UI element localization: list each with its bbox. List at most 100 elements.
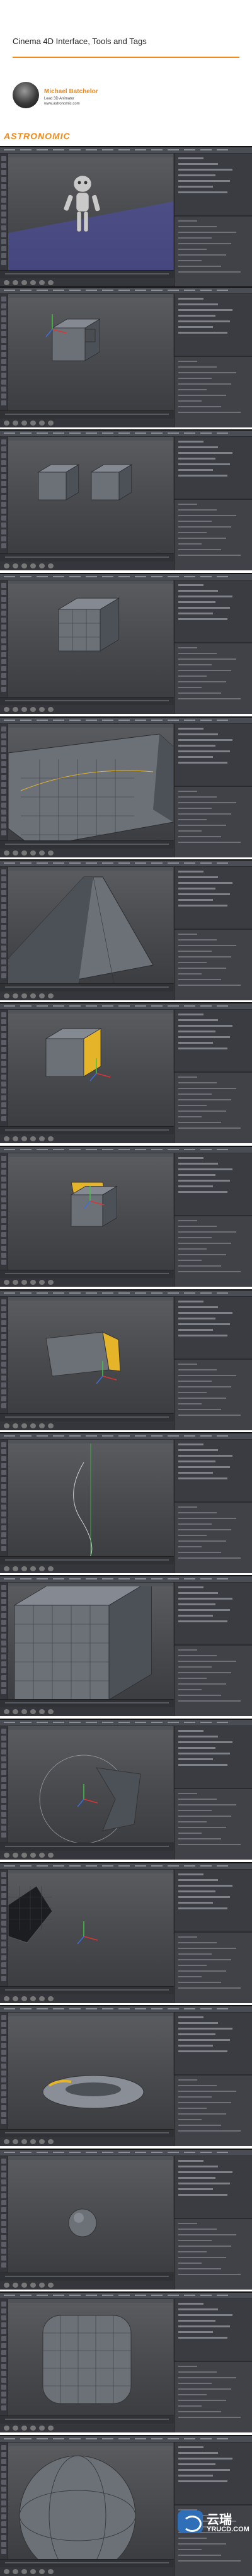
tool-icon[interactable]: [1, 1348, 6, 1353]
tool-icon[interactable]: [1, 1675, 6, 1680]
object-row[interactable]: [178, 2183, 230, 2184]
tool-icon[interactable]: [1, 1641, 6, 1646]
tool-icon[interactable]: [1, 1463, 6, 1468]
tool-icon[interactable]: [1, 1599, 6, 1604]
tool-icon[interactable]: [1, 1075, 6, 1080]
tool-icon[interactable]: [1, 359, 6, 364]
material-swatch[interactable]: [48, 1709, 54, 1714]
material-swatch[interactable]: [4, 1280, 9, 1285]
tool-icon[interactable]: [1, 932, 6, 937]
material-swatch[interactable]: [13, 2283, 18, 2288]
tool-icon[interactable]: [1, 966, 6, 971]
tool-icon[interactable]: [1, 680, 6, 685]
tool-icon[interactable]: [1, 904, 6, 909]
tool-icon[interactable]: [1, 1102, 6, 1107]
material-swatch[interactable]: [39, 993, 45, 998]
tool-icon[interactable]: [1, 952, 6, 958]
material-swatch[interactable]: [30, 2569, 36, 2574]
object-row[interactable]: [178, 1592, 218, 1594]
tool-icon[interactable]: [1, 2077, 6, 2082]
attribute-manager[interactable]: [175, 786, 252, 857]
tool-icon[interactable]: [1, 1498, 6, 1503]
tool-icon[interactable]: [1, 2070, 6, 2076]
tool-icon[interactable]: [1, 1019, 6, 1024]
object-row[interactable]: [178, 441, 203, 443]
tool-palette[interactable]: [0, 580, 8, 698]
tool-icon[interactable]: [1, 2405, 6, 2410]
object-row[interactable]: [178, 1019, 218, 1021]
tool-icon[interactable]: [1, 2119, 6, 2124]
tool-icon[interactable]: [1, 1962, 6, 1967]
material-swatch[interactable]: [39, 707, 45, 712]
object-row[interactable]: [178, 2308, 218, 2310]
timeline[interactable]: [0, 1843, 174, 1851]
material-swatch[interactable]: [4, 707, 9, 712]
object-row[interactable]: [178, 1873, 203, 1875]
material-swatch[interactable]: [21, 1136, 27, 1141]
object-row[interactable]: [178, 1301, 203, 1302]
object-row[interactable]: [178, 1620, 227, 1622]
material-swatch[interactable]: [21, 1853, 27, 1858]
tool-icon[interactable]: [1, 747, 6, 752]
object-row[interactable]: [178, 1157, 203, 1159]
tool-icon[interactable]: [1, 198, 6, 203]
material-swatch[interactable]: [21, 1423, 27, 1428]
material-swatch[interactable]: [21, 850, 27, 856]
tool-icon[interactable]: [1, 2535, 6, 2540]
tool-icon[interactable]: [1, 2050, 6, 2055]
material-bar[interactable]: [0, 1994, 174, 2003]
object-row[interactable]: [178, 1460, 215, 1462]
object-row[interactable]: [178, 2171, 232, 2173]
material-swatch[interactable]: [13, 1709, 18, 1714]
tool-icon[interactable]: [1, 1389, 6, 1394]
material-swatch[interactable]: [4, 1996, 9, 2001]
material-swatch[interactable]: [30, 850, 36, 856]
tool-icon[interactable]: [1, 1729, 6, 1734]
tool-icon[interactable]: [1, 2159, 6, 2164]
menu-bar[interactable]: [0, 1576, 252, 1583]
tool-icon[interactable]: [1, 1116, 6, 1121]
material-bar[interactable]: [0, 419, 174, 427]
tool-icon[interactable]: [1, 2302, 6, 2307]
viewport[interactable]: [8, 437, 173, 554]
material-swatch[interactable]: [13, 1423, 18, 1428]
viewport[interactable]: [8, 1297, 173, 1414]
object-row[interactable]: [178, 1168, 232, 1170]
tool-icon[interactable]: [1, 1826, 6, 1831]
tool-icon[interactable]: [1, 2064, 6, 2069]
tool-icon[interactable]: [1, 1872, 6, 1877]
tool-icon[interactable]: [1, 1886, 6, 1891]
material-swatch[interactable]: [30, 1423, 36, 1428]
tool-icon[interactable]: [1, 803, 6, 808]
object-row[interactable]: [178, 750, 230, 752]
material-swatch[interactable]: [39, 1566, 45, 1571]
tool-icon[interactable]: [1, 775, 6, 780]
tool-icon[interactable]: [1, 366, 6, 371]
tool-icon[interactable]: [1, 474, 6, 479]
object-row[interactable]: [178, 1890, 215, 1892]
attribute-manager[interactable]: [175, 1072, 252, 1143]
tool-icon[interactable]: [1, 1812, 6, 1817]
material-swatch[interactable]: [39, 1136, 45, 1141]
tool-icon[interactable]: [1, 1477, 6, 1482]
object-row[interactable]: [178, 163, 218, 165]
tool-icon[interactable]: [1, 232, 6, 237]
material-swatch[interactable]: [30, 2139, 36, 2144]
tool-icon[interactable]: [1, 1382, 6, 1387]
tool-icon[interactable]: [1, 2172, 6, 2178]
material-swatch[interactable]: [48, 993, 54, 998]
tool-icon[interactable]: [1, 890, 6, 895]
tool-palette[interactable]: [0, 1153, 8, 1270]
object-row[interactable]: [178, 584, 203, 586]
tool-icon[interactable]: [1, 911, 6, 916]
object-row[interactable]: [178, 1466, 230, 1468]
tool-icon[interactable]: [1, 810, 6, 815]
tool-icon[interactable]: [1, 876, 6, 881]
material-swatch[interactable]: [21, 421, 27, 426]
tool-icon[interactable]: [1, 1033, 6, 1038]
tool-icon[interactable]: [1, 324, 6, 329]
material-swatch[interactable]: [30, 1709, 36, 1714]
tool-icon[interactable]: [1, 2378, 6, 2383]
material-swatch[interactable]: [39, 2426, 45, 2431]
tool-icon[interactable]: [1, 2385, 6, 2390]
